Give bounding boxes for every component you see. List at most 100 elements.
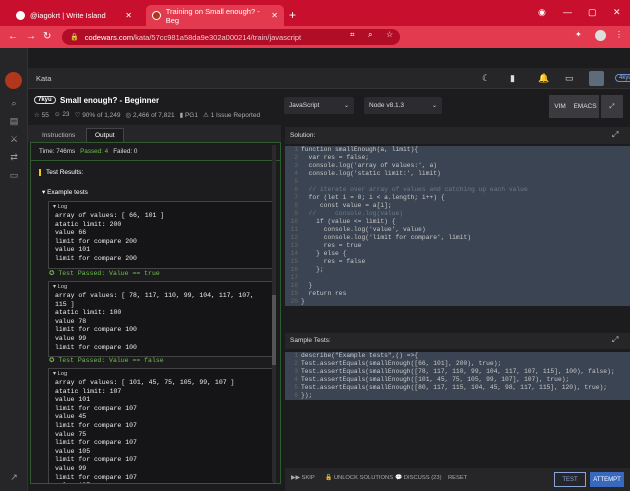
collapse-nav-icon[interactable]: ↗ <box>8 472 20 484</box>
code-line[interactable]: 20} <box>285 298 630 306</box>
code-line[interactable]: 9 // console.log(value) <box>285 210 630 218</box>
back-icon[interactable]: ← <box>8 31 18 42</box>
code-line[interactable]: 3 console.log('array of values:', a) <box>285 162 630 170</box>
browser-tab-write-island[interactable]: @iagokrt | Write Island ✕ <box>10 5 138 26</box>
line-number: 17 <box>290 274 298 281</box>
test-button[interactable]: TEST <box>554 472 586 487</box>
solution-header: Solution: ⤢ <box>285 127 630 144</box>
code-line[interactable]: 5 Test.assertEquals(smallEnough([80, 117,… <box>285 384 630 392</box>
language-dropdown[interactable]: JavaScript ⌄ <box>284 97 354 114</box>
code-line[interactable]: 18 } <box>285 282 630 290</box>
new-tab-button[interactable]: + <box>289 8 296 22</box>
code-text: console.log('array of values:', a) <box>301 162 438 169</box>
code-line[interactable]: 16 }; <box>285 266 630 274</box>
profile-avatar[interactable] <box>595 30 606 41</box>
code-line[interactable]: 15 res = false <box>285 258 630 266</box>
scrollbar-thumb[interactable] <box>272 295 276 365</box>
tab-output[interactable]: Output <box>86 128 124 142</box>
browser-menu-icon[interactable]: ⋮ <box>615 30 623 39</box>
moon-icon[interactable]: ☾ <box>482 73 490 84</box>
kata-title[interactable]: Small enough? - Beginner <box>60 96 159 105</box>
expand-icon[interactable]: ⤢ <box>612 130 618 140</box>
code-line[interactable]: 1 function smallEnough(a, limit){ <box>285 146 630 154</box>
search-icon[interactable]: ⌕ <box>8 98 20 110</box>
line-number: 1 <box>294 352 298 359</box>
forward-icon[interactable]: → <box>26 31 36 42</box>
line-number: 3 <box>294 368 298 375</box>
minimize-icon[interactable]: — <box>563 7 572 17</box>
code-line[interactable]: 1 describe("Example tests",() =>{ <box>285 352 630 360</box>
expand-icon[interactable]: ⤢ <box>612 335 618 345</box>
code-line[interactable]: 6}); <box>285 392 630 400</box>
code-line[interactable]: 14 } else { <box>285 250 630 258</box>
log-toggle[interactable]: ▾ Log <box>49 369 274 379</box>
maximize-icon[interactable]: ▢ <box>588 7 597 18</box>
close-icon[interactable]: ✕ <box>125 11 132 20</box>
tab-search-icon[interactable]: ◉ <box>538 7 546 18</box>
code-line[interactable]: 17 <box>285 274 630 282</box>
test-group-toggle[interactable]: ▾ Example tests <box>42 188 88 196</box>
kata-stats: ☆ 55 ☺ 23 ♡ 90% of 1,249 ◎ 2,466 of 7,82… <box>34 111 260 119</box>
stars-stat[interactable]: ☆ 55 <box>34 111 49 119</box>
author-stat[interactable]: ▮ PG1 <box>180 111 198 119</box>
close-icon[interactable]: ✕ <box>271 11 278 20</box>
discuss-icon[interactable]: ▭ <box>8 170 20 182</box>
code-line[interactable]: 19 return res <box>285 290 630 298</box>
emacs-mode-button[interactable]: EMACS <box>571 95 599 118</box>
code-line[interactable]: 6 // iterate over array of values and ca… <box>285 186 630 194</box>
code-line[interactable]: 12 console.log('limit for compare', limi… <box>285 234 630 242</box>
line-number: 14 <box>290 250 298 257</box>
passed-count: Passed: 4 <box>80 148 109 155</box>
code-line[interactable]: 11 console.log('value', value) <box>285 226 630 234</box>
version-dropdown[interactable]: Node v8.1.3 ⌄ <box>364 97 442 114</box>
attempt-button[interactable]: ATTEMPT <box>590 472 624 487</box>
code-line[interactable]: 3 Test.assertEquals(smallEnough([78, 117,… <box>285 368 630 376</box>
kata-icon[interactable]: ⚔ <box>8 134 20 146</box>
line-number: 6 <box>294 186 298 193</box>
discuss-button[interactable]: 💬 DISCUSS (23) <box>395 475 442 481</box>
codewars-logo-icon[interactable] <box>5 72 22 89</box>
library-icon[interactable]: ▤ <box>8 116 20 128</box>
sample-tests-editor[interactable]: 1 describe("Example tests",() =>{2 Test.as… <box>285 349 630 461</box>
code-line[interactable]: 13 res = true <box>285 242 630 250</box>
fullscreen-icon[interactable]: ⤢ <box>601 95 623 118</box>
reload-icon[interactable]: ↻ <box>43 31 51 42</box>
code-line[interactable]: 5 <box>285 178 630 186</box>
line-number: 10 <box>290 218 298 225</box>
bookmark-icon[interactable]: ▮ <box>510 73 515 84</box>
sample-tests-label: Sample Tests: <box>290 337 331 344</box>
extension-icon[interactable]: ✦ <box>575 30 582 39</box>
browser-tab-codewars[interactable]: Training on Small enough? - Beg ✕ <box>146 5 284 26</box>
skip-button[interactable]: ▶▶ SKIP <box>291 475 315 481</box>
code-line[interactable]: 8 const value = a[i]; <box>285 202 630 210</box>
code-line[interactable]: 10 if (value <= limit) { <box>285 218 630 226</box>
code-line[interactable]: 2 Test.assertEquals(smallEnough([66, 101]… <box>285 360 630 368</box>
bookmark-star-icon[interactable]: ☆ <box>386 30 393 39</box>
line-number: 8 <box>294 202 298 209</box>
log-toggle[interactable]: ▾ Log <box>49 202 274 212</box>
close-window-icon[interactable]: ✕ <box>613 7 621 18</box>
satisfaction-stat: ♡ 90% of 1,249 <box>74 112 121 119</box>
tab-instructions[interactable]: Instructions <box>34 128 83 142</box>
solution-editor[interactable]: 1 function smallEnough(a, limit){2 var re… <box>285 144 630 325</box>
kata-breadcrumb[interactable]: Kata <box>36 74 51 83</box>
practice-icon[interactable]: ⇄ <box>8 152 20 164</box>
code-line[interactable]: 4 Test.assertEquals(smallEnough([101, 45,… <box>285 376 630 384</box>
solution-label: Solution: <box>290 132 316 139</box>
output-scrollbar[interactable] <box>272 145 276 482</box>
code-line[interactable]: 2 var res = false; <box>285 154 630 162</box>
user-avatar[interactable] <box>589 71 604 86</box>
code-line[interactable]: 7 for (let i = 0; i < a.length; i++) { <box>285 194 630 202</box>
vim-mode-button[interactable]: VIM <box>549 95 571 118</box>
line-number: 12 <box>290 234 298 241</box>
code-line[interactable]: 4 console.log('static limit:', limit) <box>285 170 630 178</box>
log-toggle[interactable]: ▾ Log <box>49 282 274 292</box>
issues-stat[interactable]: ⚠ 1 Issue Reported <box>203 111 260 119</box>
qr-code-icon[interactable]: ⌗ <box>350 30 355 40</box>
notification-bell-icon[interactable]: 🔔 <box>538 73 549 84</box>
reset-button[interactable]: RESET <box>448 475 467 481</box>
tab-favicon-icon <box>16 11 25 20</box>
messages-icon[interactable]: ▭ <box>565 73 574 84</box>
zoom-icon[interactable]: ⌕ <box>368 30 372 40</box>
unlock-solutions-button[interactable]: 🔓 UNLOCK SOLUTIONS <box>325 475 393 481</box>
